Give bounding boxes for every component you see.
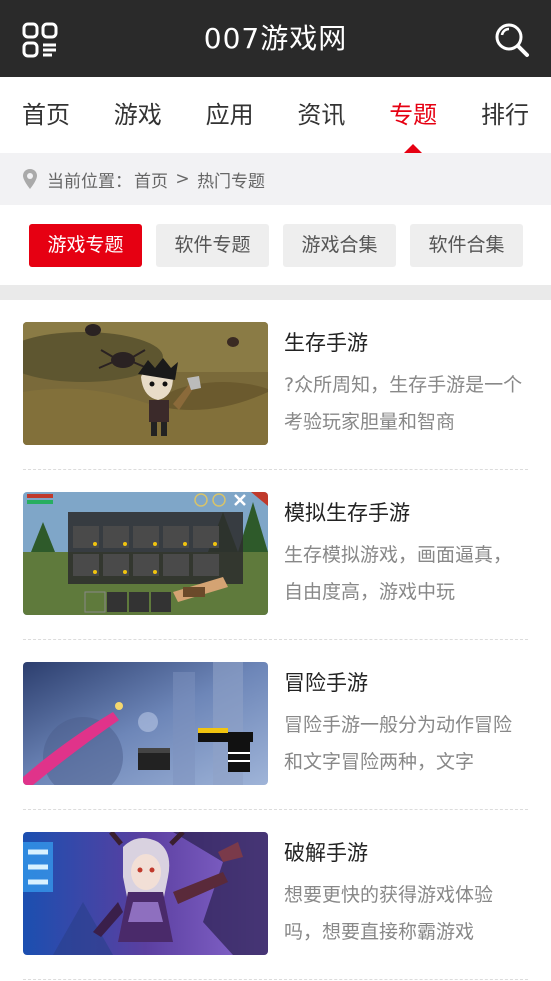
topic-title[interactable]: 模拟生存手游 bbox=[284, 497, 528, 529]
breadcrumb-home-link[interactable]: 首页 bbox=[134, 167, 168, 192]
topic-thumbnail-adventure[interactable] bbox=[23, 662, 268, 785]
breadcrumb-current: 热门专题 bbox=[197, 171, 266, 192]
topic-thumbnail-survival[interactable] bbox=[23, 322, 268, 445]
nav-home[interactable]: 首页 bbox=[22, 77, 70, 153]
search-icon[interactable] bbox=[493, 21, 529, 57]
topic-description: 冒险手游一般分为动作冒险和文字冒险两种，文字 bbox=[284, 714, 513, 773]
location-pin-icon bbox=[23, 169, 37, 189]
topic-title[interactable]: 冒险手游 bbox=[284, 667, 528, 699]
section-divider bbox=[0, 285, 551, 300]
topic-list: 生存手游 ?众所周知，生存手游是一个考验玩家胆量和智商 模拟生存手游 生存模拟游… bbox=[0, 300, 551, 980]
site-title: 007游戏网 bbox=[203, 22, 348, 55]
topic-thumbnail-sim-survival[interactable] bbox=[23, 492, 268, 615]
main-nav: 首页 游戏 应用 资讯 专题 排行 bbox=[0, 77, 551, 153]
topic-item[interactable]: 生存手游 ?众所周知，生存手游是一个考验玩家胆量和智商 bbox=[23, 300, 528, 470]
nav-news[interactable]: 资讯 bbox=[297, 77, 345, 153]
breadcrumb-separator: > bbox=[170, 169, 196, 189]
topic-item[interactable]: 冒险手游 冒险手游一般分为动作冒险和文字冒险两种，文字 bbox=[23, 640, 528, 810]
topic-description: ?众所周知，生存手游是一个考验玩家胆量和智商 bbox=[284, 374, 523, 433]
breadcrumb-prefix: 当前位置： bbox=[47, 171, 132, 192]
tab-game-topics[interactable]: 游戏专题 bbox=[29, 223, 142, 267]
tab-software-collections[interactable]: 软件合集 bbox=[410, 223, 523, 267]
nav-topics[interactable]: 专题 bbox=[389, 77, 437, 153]
topic-title[interactable]: 生存手游 bbox=[284, 327, 528, 359]
tab-software-topics[interactable]: 软件专题 bbox=[156, 223, 269, 267]
top-header: 007游戏网 bbox=[0, 0, 551, 77]
nav-apps[interactable]: 应用 bbox=[206, 77, 254, 153]
topic-title[interactable]: 破解手游 bbox=[284, 837, 528, 869]
topic-description: 生存模拟游戏，画面逼真，自由度高，游戏中玩 bbox=[284, 544, 513, 603]
topic-item[interactable]: 模拟生存手游 生存模拟游戏，画面逼真，自由度高，游戏中玩 bbox=[23, 470, 528, 640]
topic-item[interactable]: 破解手游 想要更快的获得游戏体验吗，想要直接称霸游戏 bbox=[23, 810, 528, 980]
topic-description: 想要更快的获得游戏体验吗，想要直接称霸游戏 bbox=[284, 884, 494, 943]
nav-rankings[interactable]: 排行 bbox=[481, 77, 529, 153]
topic-thumbnail-cracked-games[interactable] bbox=[23, 832, 268, 955]
breadcrumb: 当前位置： 首页 > 热门专题 bbox=[0, 153, 551, 205]
nav-games[interactable]: 游戏 bbox=[114, 77, 162, 153]
category-tabs: 游戏专题 软件专题 游戏合集 软件合集 bbox=[0, 205, 551, 285]
tab-game-collections[interactable]: 游戏合集 bbox=[283, 223, 396, 267]
